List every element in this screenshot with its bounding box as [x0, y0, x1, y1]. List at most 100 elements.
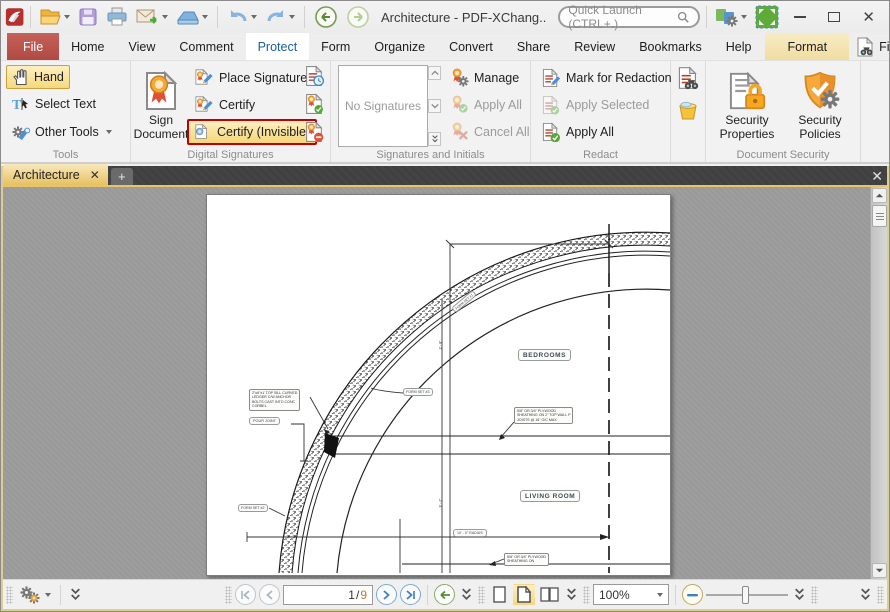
ribbon-tab-bar: File Home View Comment Protect Form Orga… — [1, 33, 889, 61]
layout-options-expand-button[interactable] — [563, 582, 580, 608]
scan-button[interactable] — [173, 4, 211, 30]
pdf-page[interactable]: BEDROOMS LIVING ROOM FORM SET #3 FORM SE… — [206, 194, 671, 576]
scroll-down-button[interactable] — [428, 99, 441, 113]
scrollbar-thumb[interactable] — [872, 205, 887, 227]
place-signature-button[interactable]: Place Signature — [189, 65, 313, 90]
tab-format[interactable]: Format — [775, 40, 839, 54]
tab-comment[interactable]: Comment — [167, 33, 245, 60]
minimize-button[interactable] — [794, 16, 806, 18]
other-tools-dropdown[interactable] — [106, 130, 112, 134]
print-button[interactable] — [103, 4, 131, 30]
other-tools-button[interactable]: Other Tools — [6, 121, 118, 143]
tab-convert[interactable]: Convert — [437, 33, 505, 60]
scroll-page-down-button[interactable] — [428, 132, 441, 146]
previous-view-button[interactable] — [434, 584, 455, 605]
close-document-button[interactable]: ✕ — [871, 168, 883, 185]
next-page-button[interactable] — [376, 584, 397, 605]
tab-review[interactable]: Review — [562, 33, 627, 60]
validate-signatures-button[interactable] — [301, 91, 327, 117]
sanitize-button[interactable] — [675, 97, 701, 123]
tab-home[interactable]: Home — [59, 33, 116, 60]
tab-view[interactable]: View — [117, 33, 168, 60]
hand-tool-button[interactable]: Hand — [6, 65, 70, 89]
scroll-up-button[interactable] — [428, 66, 441, 80]
zoom-expand-button[interactable] — [791, 582, 808, 608]
scrollbar-down-button[interactable] — [872, 563, 887, 578]
tab-share[interactable]: Share — [505, 33, 562, 60]
tab-help[interactable]: Help — [714, 33, 764, 60]
forward-view-button[interactable] — [343, 4, 373, 30]
security-policies-button[interactable]: Security Policies — [788, 64, 852, 146]
apply-selected-button[interactable]: Apply Selected — [536, 92, 655, 118]
mark-for-redaction-button[interactable]: Mark for Redaction — [536, 65, 678, 91]
sign-document-button[interactable]: Sign Document — [135, 64, 187, 146]
email-button[interactable] — [133, 4, 171, 30]
save-button[interactable] — [75, 4, 101, 30]
apply-all-icon — [450, 95, 469, 114]
vertical-scrollbar[interactable] — [870, 187, 887, 579]
zoom-slider[interactable] — [706, 585, 788, 605]
search-icon — [677, 10, 689, 24]
signatures-listbox[interactable]: No Signatures — [338, 65, 428, 147]
page-number-input[interactable]: 1/9 — [283, 585, 373, 605]
maximize-button[interactable] — [828, 12, 840, 22]
manage-signatures-button[interactable]: Manage — [444, 65, 525, 90]
ribbon: Hand T Select Text Other Tools Tools Sig… — [1, 61, 889, 164]
last-page-button[interactable] — [400, 584, 421, 605]
zoom-slider-handle[interactable] — [742, 586, 749, 604]
first-page-button[interactable] — [235, 584, 256, 605]
back-view-button[interactable] — [311, 4, 341, 30]
document-tab-architecture[interactable]: Architecture ✕ — [3, 164, 108, 185]
document-area[interactable]: BEDROOMS LIVING ROOM FORM SET #3 FORM SE… — [3, 187, 887, 579]
undo-button[interactable] — [224, 4, 260, 30]
status-options-dropdown[interactable] — [45, 593, 51, 597]
more-toolbars-button[interactable] — [857, 582, 874, 608]
tab-file[interactable]: File — [7, 33, 59, 60]
new-tab-button[interactable]: + — [111, 168, 133, 185]
other-tools-label: Other Tools — [35, 125, 99, 139]
tab-bookmarks[interactable]: Bookmarks — [627, 33, 714, 60]
zoom-level-select[interactable]: 100% — [593, 584, 669, 605]
sessions-button[interactable] — [712, 4, 750, 30]
select-text-button[interactable]: T Select Text — [6, 93, 102, 115]
zoom-out-button[interactable] — [682, 584, 703, 605]
scrollbar-up-button[interactable] — [872, 188, 887, 203]
sessions-dropdown[interactable] — [741, 15, 747, 19]
document-tab-close-icon[interactable]: ✕ — [90, 168, 100, 182]
main-frame: Architecture ✕ + ✕ — [1, 166, 889, 611]
redo-button[interactable] — [262, 4, 298, 30]
find-label[interactable]: Find... — [879, 40, 890, 54]
undo-dropdown[interactable] — [251, 15, 257, 19]
open-button[interactable] — [37, 4, 73, 30]
two-page-view-button[interactable] — [538, 584, 560, 606]
select-text-label: Select Text — [35, 97, 96, 111]
timestamp-button[interactable] — [301, 63, 327, 89]
status-options-button[interactable] — [16, 582, 54, 608]
view-history-expand-button[interactable] — [458, 582, 475, 608]
fullscreen-button[interactable] — [752, 4, 782, 30]
architecture-drawing — [207, 195, 670, 575]
certify-invisible-button[interactable]: Certify (Invisible) — [187, 119, 317, 145]
apply-all-signatures-button[interactable]: Apply All — [444, 92, 528, 117]
cancel-all-signatures-button[interactable]: Cancel All — [444, 119, 536, 144]
redo-dropdown[interactable] — [289, 15, 295, 19]
previous-page-button[interactable] — [259, 584, 280, 605]
clear-signatures-button[interactable] — [301, 119, 327, 145]
manage-icon — [450, 68, 469, 87]
close-button[interactable]: ✕ — [862, 10, 875, 25]
scan-dropdown[interactable] — [202, 15, 208, 19]
tab-protect[interactable]: Protect — [246, 33, 310, 60]
security-properties-button[interactable]: Security Properties — [714, 64, 780, 146]
email-dropdown[interactable] — [162, 15, 168, 19]
fit-page-view-button[interactable] — [513, 584, 535, 606]
open-dropdown[interactable] — [64, 15, 70, 19]
tab-organize[interactable]: Organize — [362, 33, 437, 60]
certify-button[interactable]: Certify — [189, 92, 261, 117]
search-and-redact-button[interactable] — [675, 65, 701, 91]
expand-toolbar-button[interactable] — [67, 582, 84, 608]
apply-all-redactions-button[interactable]: Apply All — [536, 119, 620, 145]
tab-form[interactable]: Form — [309, 33, 362, 60]
svg-text:T: T — [12, 98, 22, 112]
single-page-view-button[interactable] — [488, 584, 510, 606]
quick-launch-input[interactable]: Quick Launch (CTRL+.) — [558, 6, 699, 28]
